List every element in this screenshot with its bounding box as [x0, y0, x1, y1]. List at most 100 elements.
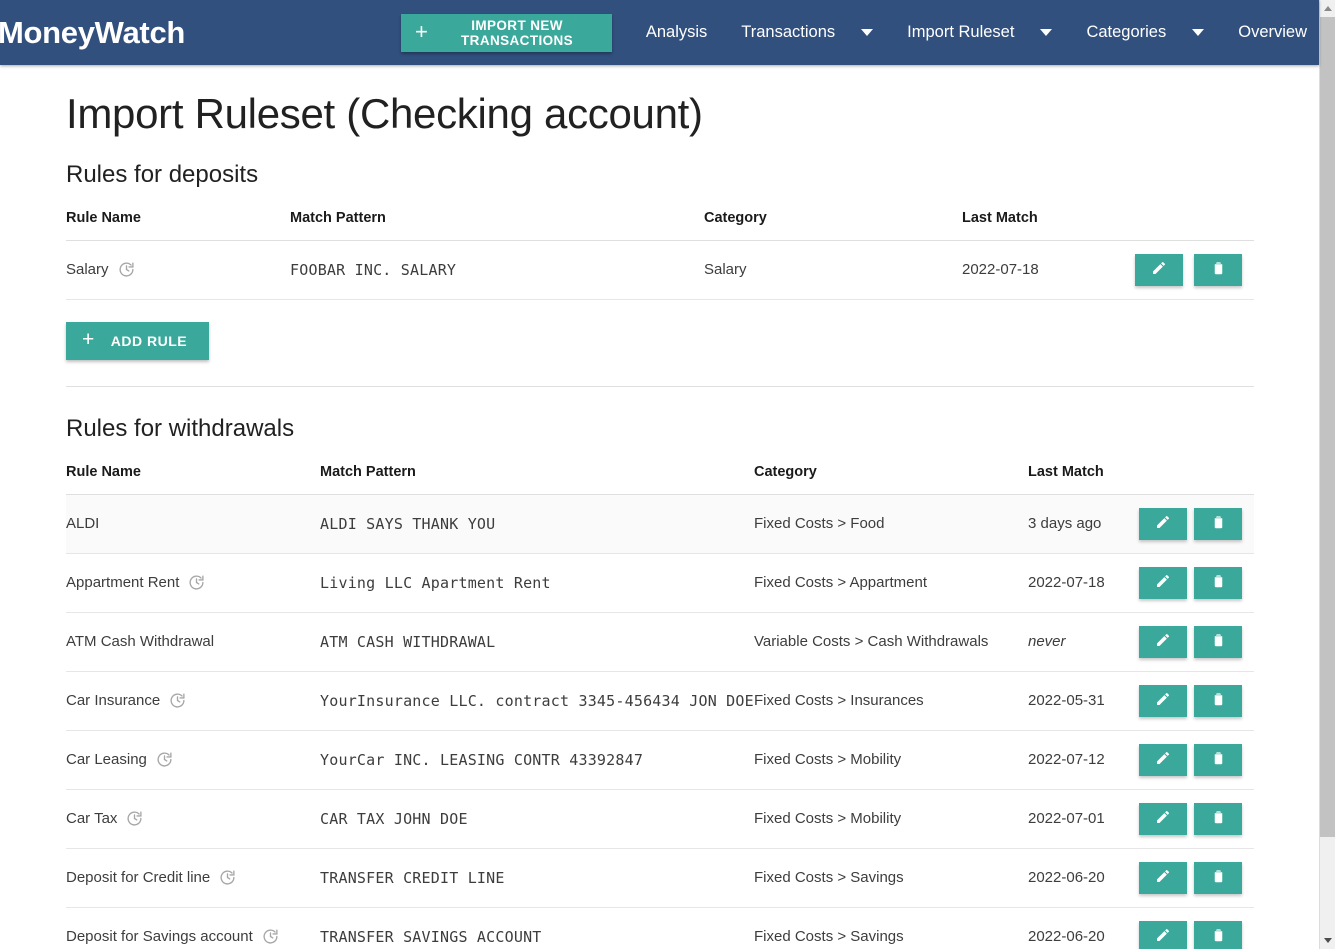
trash-icon — [1211, 691, 1226, 710]
top-navbar: MoneyWatch + IMPORT NEW TRANSACTIONS Ana… — [0, 0, 1319, 65]
rule-name-text: Car Insurance — [66, 692, 161, 710]
scrollbar-thumb[interactable] — [1320, 17, 1335, 837]
withdrawals-table-body: ALDI ALDI SAYS THANK YOU Fixed Costs > Foo… — [66, 494, 1254, 949]
delete-rule-button[interactable] — [1194, 802, 1242, 835]
nav-links: Analysis Transactions Import Ruleset Cat… — [634, 15, 1319, 50]
cell-actions — [1134, 730, 1254, 790]
delete-rule-button[interactable] — [1194, 625, 1242, 658]
edit-rule-button[interactable] — [1139, 566, 1187, 599]
cell-last-match: 2022-07-18 — [962, 240, 1134, 300]
cell-category: Fixed Costs > Food — [754, 494, 1028, 554]
add-rule-button[interactable]: + ADD RULE — [66, 321, 210, 360]
table-row[interactable]: Car Insurance YourInsurance LLC. contract… — [66, 671, 1254, 731]
column-header-category: Category — [704, 203, 962, 241]
delete-rule-button[interactable] — [1194, 861, 1242, 894]
table-row[interactable]: ALDI ALDI SAYS THANK YOU Fixed Costs > Foo… — [66, 494, 1254, 554]
cell-rule-name: ATM Cash Withdrawal — [66, 612, 320, 672]
cell-last-match: 2022-06-20 — [1028, 848, 1134, 908]
add-rule-label: ADD RULE — [110, 332, 188, 349]
table-row[interactable]: Car Leasing YourCar INC. LEASING CONTR 43… — [66, 730, 1254, 790]
nav-item-import-ruleset[interactable]: Import Ruleset — [895, 15, 1064, 50]
app-brand-logo[interactable]: MoneyWatch — [0, 15, 185, 51]
cell-match-pattern: TRANSFER SAVINGS ACCOUNT — [320, 907, 754, 949]
delete-rule-button[interactable] — [1194, 743, 1242, 776]
delete-rule-button[interactable] — [1194, 253, 1242, 286]
pencil-icon — [1155, 514, 1171, 533]
table-row[interactable]: Appartment Rent Living LLC Apartment Rent… — [66, 553, 1254, 613]
cell-match-pattern: Living LLC Apartment Rent — [320, 553, 754, 613]
cell-rule-name: Car Tax — [66, 789, 320, 849]
column-header-rule-name: Rule Name — [66, 457, 320, 495]
delete-rule-button[interactable] — [1194, 507, 1242, 540]
cell-rule-name: Deposit for Credit line — [66, 848, 320, 908]
edit-rule-button[interactable] — [1139, 684, 1187, 717]
page-scrollbar[interactable] — [1319, 0, 1335, 949]
column-header-actions — [1134, 203, 1254, 241]
chevron-down-icon — [1040, 29, 1053, 36]
pencil-icon — [1155, 927, 1171, 946]
recurring-clock-arrow-icon — [126, 810, 143, 827]
edit-rule-button[interactable] — [1139, 507, 1187, 540]
cell-category: Salary — [704, 240, 962, 300]
edit-rule-button[interactable] — [1139, 625, 1187, 658]
rule-name-text: Car Tax — [66, 810, 118, 828]
edit-rule-button[interactable] — [1139, 802, 1187, 835]
pencil-icon — [1155, 573, 1171, 592]
cell-last-match: 2022-07-01 — [1028, 789, 1134, 849]
content-container: Import Ruleset (Checking account) Rules … — [66, 65, 1256, 949]
cell-category: Fixed Costs > Insurances — [754, 671, 1028, 731]
cell-match-pattern: ATM CASH WITHDRAWAL — [320, 612, 754, 672]
recurring-clock-arrow-icon — [188, 574, 205, 591]
delete-rule-button[interactable] — [1194, 920, 1242, 949]
nav-item-analysis[interactable]: Analysis — [634, 15, 719, 50]
rule-name-text: ATM Cash Withdrawal — [66, 633, 215, 651]
recurring-clock-arrow-icon — [118, 261, 135, 278]
withdrawals-table-header-row: Rule Name Match Pattern Category Last Ma… — [66, 457, 1254, 495]
delete-rule-button[interactable] — [1194, 684, 1242, 717]
pencil-icon — [1151, 260, 1167, 279]
rule-name-text: Deposit for Credit line — [66, 869, 211, 887]
pencil-icon — [1155, 868, 1171, 887]
page-title: Import Ruleset (Checking account) — [66, 90, 703, 137]
browser-viewport: MoneyWatch + IMPORT NEW TRANSACTIONS Ana… — [0, 0, 1335, 949]
table-row[interactable]: Salary FOOBAR INC. SALARY Salary 2022-07… — [66, 240, 1254, 300]
cell-last-match: 2022-07-18 — [1028, 553, 1134, 613]
edit-rule-button[interactable] — [1134, 253, 1183, 286]
nav-item-categories[interactable]: Categories — [1074, 15, 1216, 50]
import-new-transactions-button[interactable]: + IMPORT NEW TRANSACTIONS — [401, 13, 612, 52]
section-divider — [66, 385, 1254, 387]
nav-item-overview[interactable]: Overview — [1226, 15, 1319, 50]
trash-icon — [1211, 868, 1226, 887]
column-header-category: Category — [754, 457, 1028, 495]
nav-item-analysis-label: Analysis — [645, 23, 708, 41]
cell-actions — [1134, 789, 1254, 849]
withdrawals-section: Rules for withdrawals Rule Name Match Pa… — [66, 413, 1256, 949]
deposits-section-heading: Rules for deposits — [66, 160, 259, 188]
column-header-actions — [1134, 457, 1254, 495]
table-row[interactable]: Deposit for Credit line TRANSFER CREDIT L… — [66, 848, 1254, 908]
table-row[interactable]: Car Tax CAR TAX JOHN DOE Fixed Costs > Mob… — [66, 789, 1254, 849]
plus-icon: + — [415, 18, 429, 44]
column-header-rule-name: Rule Name — [66, 203, 290, 241]
nav-item-import-ruleset-label: Import Ruleset — [907, 23, 1015, 41]
edit-rule-button[interactable] — [1139, 743, 1187, 776]
nav-item-transactions[interactable]: Transactions — [729, 15, 885, 50]
pencil-icon — [1155, 691, 1171, 710]
edit-rule-button[interactable] — [1139, 920, 1187, 949]
deposits-actions: + ADD RULE — [66, 300, 1256, 386]
column-header-last-match: Last Match — [1028, 457, 1134, 495]
nav-item-categories-label: Categories — [1086, 23, 1167, 41]
cell-match-pattern: FOOBAR INC. SALARY — [290, 240, 704, 300]
recurring-clock-arrow-icon — [169, 692, 186, 709]
trash-icon — [1211, 573, 1226, 592]
chevron-down-icon — [1192, 29, 1205, 36]
table-row[interactable]: Deposit for Savings account TRANSFER SAVI… — [66, 907, 1254, 949]
cell-category: Fixed Costs > Appartment — [754, 553, 1028, 613]
edit-rule-button[interactable] — [1139, 861, 1187, 894]
scrollbar-up-arrow-icon[interactable] — [1320, 0, 1335, 17]
scrollbar-down-arrow-icon[interactable] — [1320, 932, 1335, 949]
table-row[interactable]: ATM Cash Withdrawal ATM CASH WITHDRAWAL Va… — [66, 612, 1254, 672]
delete-rule-button[interactable] — [1194, 566, 1242, 599]
cell-last-match: 3 days ago — [1028, 494, 1134, 554]
cell-category: Fixed Costs > Savings — [754, 907, 1028, 949]
